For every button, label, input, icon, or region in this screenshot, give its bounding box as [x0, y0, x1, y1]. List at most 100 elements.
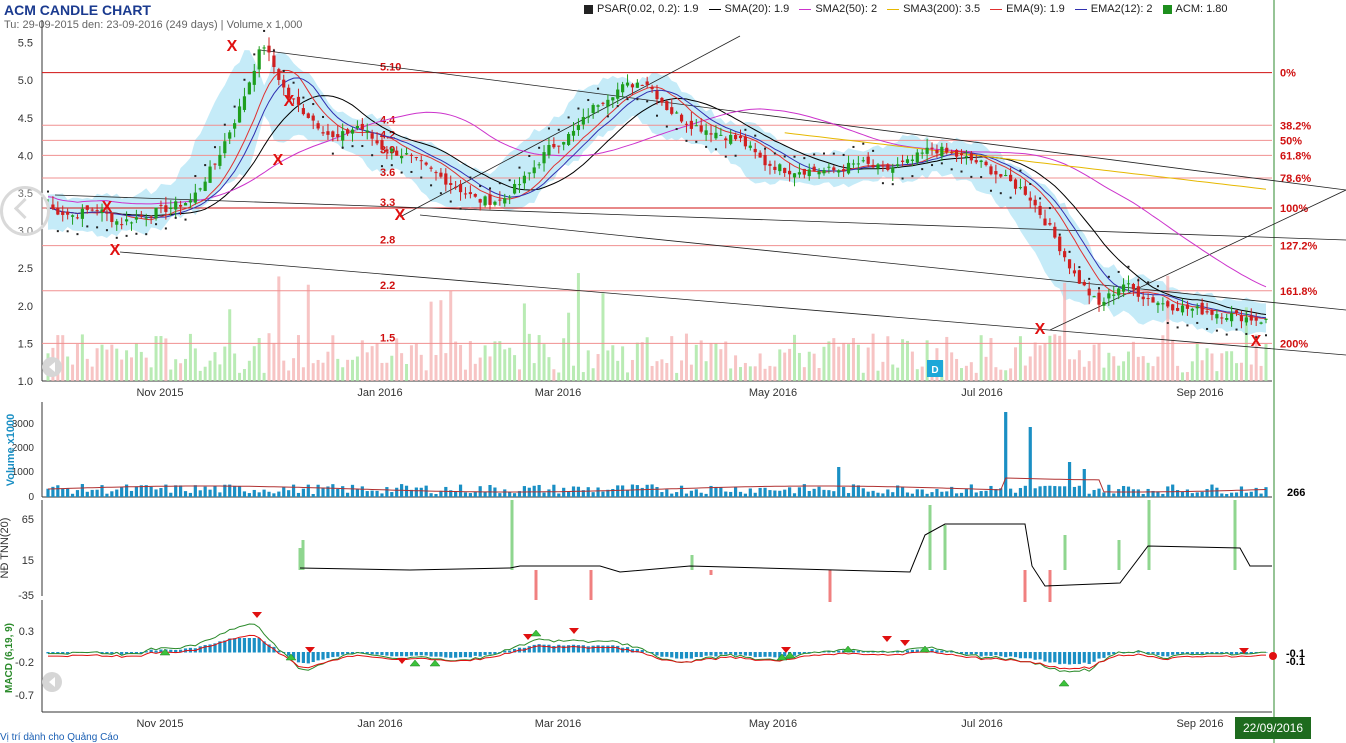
- volume-bar: [1117, 489, 1121, 497]
- price-volume-bar: [1048, 335, 1052, 381]
- psar-dot: [380, 165, 383, 168]
- volume-bar: [458, 484, 463, 497]
- volume-bar: [473, 492, 477, 497]
- volume-last-value: 266: [1287, 487, 1305, 499]
- macd-hist-bar: [743, 652, 748, 656]
- candle-body: [660, 97, 664, 103]
- psar-dot: [1166, 322, 1169, 325]
- psar-dot: [66, 230, 69, 233]
- volume-bar: [282, 487, 286, 497]
- price-volume-bar: [567, 312, 571, 381]
- volume-bar: [1244, 492, 1248, 497]
- candle-body: [174, 201, 178, 210]
- candle-body: [822, 170, 826, 174]
- volume-bar: [1038, 486, 1042, 497]
- psar-dot: [56, 230, 59, 233]
- candle-body: [866, 156, 870, 164]
- price-volume-bar: [1077, 350, 1081, 381]
- psar-dot: [489, 187, 492, 190]
- psar-dot: [341, 146, 344, 149]
- candle-body: [301, 108, 305, 115]
- macd-hist-bar: [375, 652, 379, 655]
- psar-dot: [597, 87, 600, 90]
- volume-bar: [70, 493, 75, 497]
- price-volume-bar: [714, 343, 718, 381]
- volume-bar: [552, 484, 556, 497]
- volume-bar: [645, 484, 649, 497]
- candle-body: [1121, 284, 1126, 292]
- volume-bar: [1195, 492, 1199, 497]
- price-volume-bar: [1033, 342, 1037, 381]
- price-volume-bar: [282, 360, 286, 381]
- candle-body: [738, 135, 743, 139]
- candle-body: [581, 116, 585, 125]
- volume-bar: [498, 493, 502, 497]
- psar-dot: [105, 229, 108, 232]
- pan-left-icon[interactable]: [0, 186, 50, 236]
- price-volume-bar: [1176, 365, 1180, 381]
- price-volume-bar: [341, 367, 345, 381]
- candle-body: [336, 134, 340, 138]
- volume-bar: [621, 485, 625, 497]
- price-volume-bar: [866, 347, 870, 381]
- candle-body: [75, 217, 80, 219]
- price-volume-bar: [719, 349, 723, 381]
- candle-body: [625, 82, 630, 86]
- volume-bar: [311, 493, 315, 497]
- candle-body: [596, 105, 600, 107]
- volume-bar: [468, 493, 472, 497]
- candle-body: [1264, 318, 1268, 320]
- macd-hist-bar: [724, 652, 728, 655]
- fib-level-pct: 50%: [1280, 135, 1302, 147]
- volume-bar: [1264, 487, 1268, 497]
- volume-bar: [670, 493, 674, 497]
- volume-bar: [1033, 488, 1037, 497]
- candle-body: [350, 129, 355, 134]
- candle-body: [1161, 303, 1165, 305]
- volume-bar: [1112, 493, 1116, 497]
- candle-body: [694, 125, 698, 127]
- candle-body: [1190, 308, 1194, 311]
- psar-dot: [1117, 270, 1120, 273]
- price-volume-bar: [414, 343, 418, 381]
- price-volume-bar: [331, 335, 335, 381]
- macd-hist-bar: [969, 652, 973, 655]
- price-volume-bar: [1014, 347, 1018, 381]
- price-volume-bar: [1102, 367, 1106, 381]
- candle-body: [1156, 302, 1160, 306]
- candle-body: [1126, 283, 1131, 285]
- candle-body: [886, 164, 890, 170]
- macd-hist-bar: [341, 652, 345, 655]
- price-volume-bar: [650, 365, 654, 381]
- macd-hist-bar: [1234, 652, 1239, 655]
- candle-body: [1097, 292, 1101, 305]
- macd-hist-bar: [547, 644, 551, 653]
- volume-bar: [758, 487, 762, 497]
- price-volume-bar: [1215, 371, 1219, 381]
- scroll-left-icon-lower[interactable]: [42, 672, 62, 692]
- price-volume-bar: [193, 348, 197, 381]
- macd-hist-bar: [753, 652, 757, 658]
- volume-bar: [699, 492, 703, 497]
- volume-bar: [1259, 493, 1263, 497]
- scroll-left-icon[interactable]: [42, 357, 62, 377]
- price-volume-bar: [1028, 356, 1032, 381]
- volume-bar: [778, 490, 782, 497]
- candle-body: [1072, 270, 1077, 274]
- macd-hist-bar: [1009, 652, 1013, 657]
- volume-bar: [512, 493, 517, 497]
- candle-body: [1151, 297, 1155, 303]
- macd-hist-bar: [566, 645, 571, 653]
- nn-cumulative-line: [299, 523, 1272, 587]
- price-volume-bar: [380, 362, 384, 381]
- price-volume-bar: [375, 343, 379, 381]
- x-marker: X: [1035, 321, 1046, 338]
- x-marker: X: [1251, 333, 1262, 350]
- candle-body: [134, 217, 139, 220]
- price-y-tick: 5.0: [18, 75, 33, 87]
- candle-body: [616, 89, 620, 99]
- candle-body: [203, 181, 207, 191]
- candle-body: [419, 160, 423, 162]
- candle-body: [1185, 304, 1190, 309]
- price-volume-bar: [960, 368, 963, 381]
